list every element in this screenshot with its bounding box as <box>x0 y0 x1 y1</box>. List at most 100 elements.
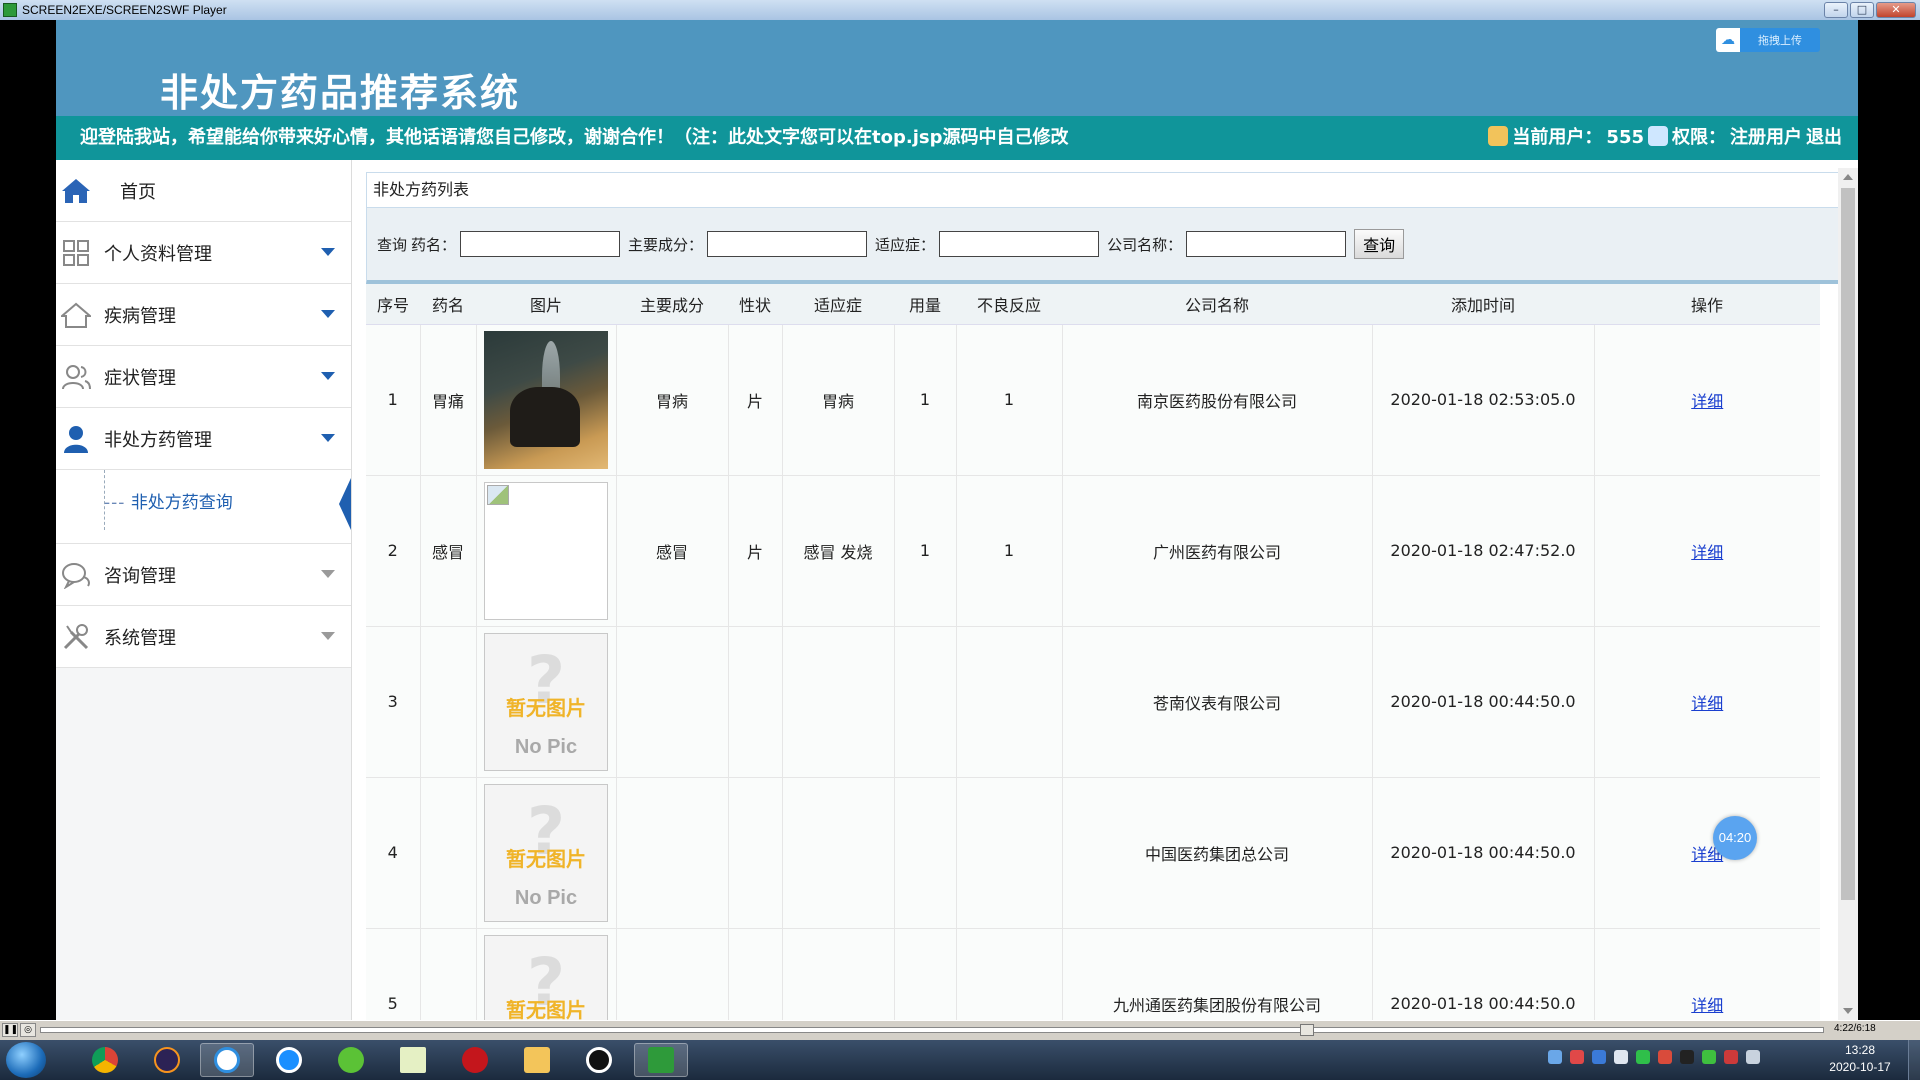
cell-action: 详细 <box>1594 777 1820 929</box>
cell-name <box>420 626 477 778</box>
player-control-bar: ❚❚ ◎ 4:22/6:18 <box>0 1020 1920 1040</box>
role-label: 权限： <box>1672 127 1726 148</box>
company-input[interactable] <box>1186 231 1347 257</box>
cell-no: 1 <box>366 324 421 476</box>
show-desktop-button[interactable] <box>1908 1040 1920 1080</box>
tray-network-icon[interactable] <box>1548 1050 1562 1064</box>
cell-action: 详细 <box>1594 626 1820 778</box>
close-button[interactable]: ✕ <box>1876 2 1916 18</box>
detail-link[interactable]: 详细 <box>1691 392 1723 411</box>
start-button[interactable] <box>6 1042 46 1078</box>
stop-icon[interactable]: ◎ <box>20 1023 36 1037</box>
eclipse-taskbar-icon[interactable] <box>140 1043 194 1077</box>
cell-company: 广州医药有限公司 <box>1062 475 1373 627</box>
cell-indication: 感冒 发烧 <box>782 475 895 627</box>
sidebar: 首页 个人资料管理 疾病管理 症状管理 非处方药管理 --- 非处方药查询 咨询… <box>56 160 352 1020</box>
cell-ingredient: 感冒 <box>616 475 729 627</box>
pause-icon[interactable]: ❚❚ <box>2 1023 18 1037</box>
detail-link[interactable]: 详细 <box>1691 694 1723 713</box>
notepad-taskbar-icon[interactable] <box>386 1043 440 1077</box>
person-icon <box>60 424 92 454</box>
maximize-button[interactable]: □ <box>1850 2 1874 18</box>
baidu-netdisk-taskbar-icon[interactable] <box>200 1043 254 1077</box>
col-header-action: 操作 <box>1594 284 1820 325</box>
sidebar-item-symptom[interactable]: 症状管理 <box>56 346 351 408</box>
col-header-adverse: 不良反应 <box>956 284 1062 325</box>
drug-table: 序号 药名 图片 主要成分 性状 适应症 用量 不良反应 公司名称 添加时间 操… <box>366 284 1820 1020</box>
player-app-icon <box>3 3 17 17</box>
playback-knob[interactable] <box>1299 1024 1314 1036</box>
tray-shield-icon[interactable] <box>1592 1050 1606 1064</box>
cell-adverse <box>956 928 1063 1020</box>
cell-ingredient <box>616 928 729 1020</box>
col-header-pic: 图片 <box>476 284 616 325</box>
tray-qq-icon[interactable] <box>1680 1050 1694 1064</box>
indication-label: 适应症： <box>875 235 936 254</box>
sidebar-item-disease[interactable]: 疾病管理 <box>56 284 351 346</box>
drag-upload-button[interactable]: ☁ 拖拽上传 <box>1716 28 1820 52</box>
chevron-down-icon <box>321 434 335 442</box>
detail-link[interactable]: 详细 <box>1691 996 1723 1015</box>
sidebar-item-consult[interactable]: 咨询管理 <box>56 544 351 606</box>
cell-action: 详细 <box>1594 928 1820 1020</box>
col-header-dose: 用量 <box>894 284 956 325</box>
minimize-button[interactable]: – <box>1824 2 1848 18</box>
chrome-taskbar-icon[interactable] <box>78 1043 132 1077</box>
qq-taskbar-icon[interactable] <box>572 1043 626 1077</box>
tray-flag-icon[interactable] <box>1658 1050 1672 1064</box>
cell-name: 感冒 <box>420 475 477 627</box>
tray-security-icon[interactable] <box>1570 1050 1584 1064</box>
tray-display-icon[interactable] <box>1746 1050 1760 1064</box>
search-button[interactable]: 查询 <box>1354 229 1405 259</box>
taskbar-clock[interactable]: 13:28 2020-10-17 <box>1820 1042 1900 1076</box>
playback-track[interactable] <box>40 1027 1824 1033</box>
cell-pic <box>476 475 617 627</box>
tray-app-icon[interactable] <box>1702 1050 1716 1064</box>
tray-wechat-icon[interactable] <box>1636 1050 1650 1064</box>
page-scrollbar[interactable] <box>1838 168 1858 1020</box>
ingredient-label: 主要成分： <box>628 235 704 254</box>
cell-time: 2020-01-18 00:44:50.0 <box>1372 928 1595 1020</box>
tray-volume-icon[interactable] <box>1724 1050 1738 1064</box>
sidebar-item-label: 系统管理 <box>104 627 176 649</box>
site-title: 非处方药品推荐系统 <box>160 70 521 115</box>
cell-name <box>420 777 477 929</box>
col-header-form: 性状 <box>728 284 782 325</box>
scroll-down-arrow-icon[interactable] <box>1843 1008 1853 1014</box>
sidebar-subitem-otc-query[interactable]: --- 非处方药查询 <box>104 488 233 513</box>
screen2exe-taskbar-icon[interactable] <box>634 1043 688 1077</box>
chevron-down-icon <box>321 372 335 380</box>
sidebar-item-home[interactable]: 首页 <box>56 160 351 222</box>
cell-company: 中国医药集团总公司 <box>1062 777 1373 929</box>
table-row: 2 感冒 感冒 片 感冒 发烧 1 1 广州医药有限公司 2020-01-18 … <box>366 475 1820 627</box>
recording-timer-badge[interactable]: 04:20 <box>1713 816 1757 860</box>
sidebar-item-profile[interactable]: 个人资料管理 <box>56 222 351 284</box>
sidebar-item-label: 疾病管理 <box>104 305 176 327</box>
tray-input-icon[interactable] <box>1614 1050 1628 1064</box>
ingredient-input[interactable] <box>707 231 868 257</box>
scrollbar-thumb[interactable] <box>1841 188 1855 900</box>
browser-taskbar-icon[interactable] <box>262 1043 316 1077</box>
detail-link[interactable]: 详细 <box>1691 543 1723 562</box>
no-pic-placeholder: ?暂无图片No Pic <box>484 632 608 771</box>
player-title-bar: SCREEN2EXE/SCREEN2SWF Player – □ ✕ <box>0 0 1920 20</box>
scroll-up-arrow-icon[interactable] <box>1843 174 1853 180</box>
user-info: 当前用户： 555 权限： 注册用户 退出 <box>1488 116 1842 160</box>
logout-link[interactable]: 退出 <box>1806 116 1842 160</box>
drug-name-input[interactable] <box>460 231 621 257</box>
sidebar-item-otc-drugs[interactable]: 非处方药管理 <box>56 408 351 470</box>
leaf-taskbar-icon[interactable] <box>324 1043 378 1077</box>
role-value: 注册用户 <box>1730 127 1802 148</box>
cell-time: 2020-01-18 00:44:50.0 <box>1372 777 1595 929</box>
cell-company: 苍南仪表有限公司 <box>1062 626 1373 778</box>
sidebar-subitem-label: 非处方药查询 <box>130 493 233 513</box>
broken-image <box>484 481 608 620</box>
indication-input[interactable] <box>939 231 1100 257</box>
cell-no: 5 <box>366 928 421 1020</box>
folder-taskbar-icon[interactable] <box>510 1043 564 1077</box>
cell-name: 胃痛 <box>420 324 477 476</box>
home-icon <box>60 176 92 206</box>
sidebar-item-system[interactable]: 系统管理 <box>56 606 351 668</box>
flash-taskbar-icon[interactable] <box>448 1043 502 1077</box>
player-title: SCREEN2EXE/SCREEN2SWF Player <box>22 3 227 17</box>
